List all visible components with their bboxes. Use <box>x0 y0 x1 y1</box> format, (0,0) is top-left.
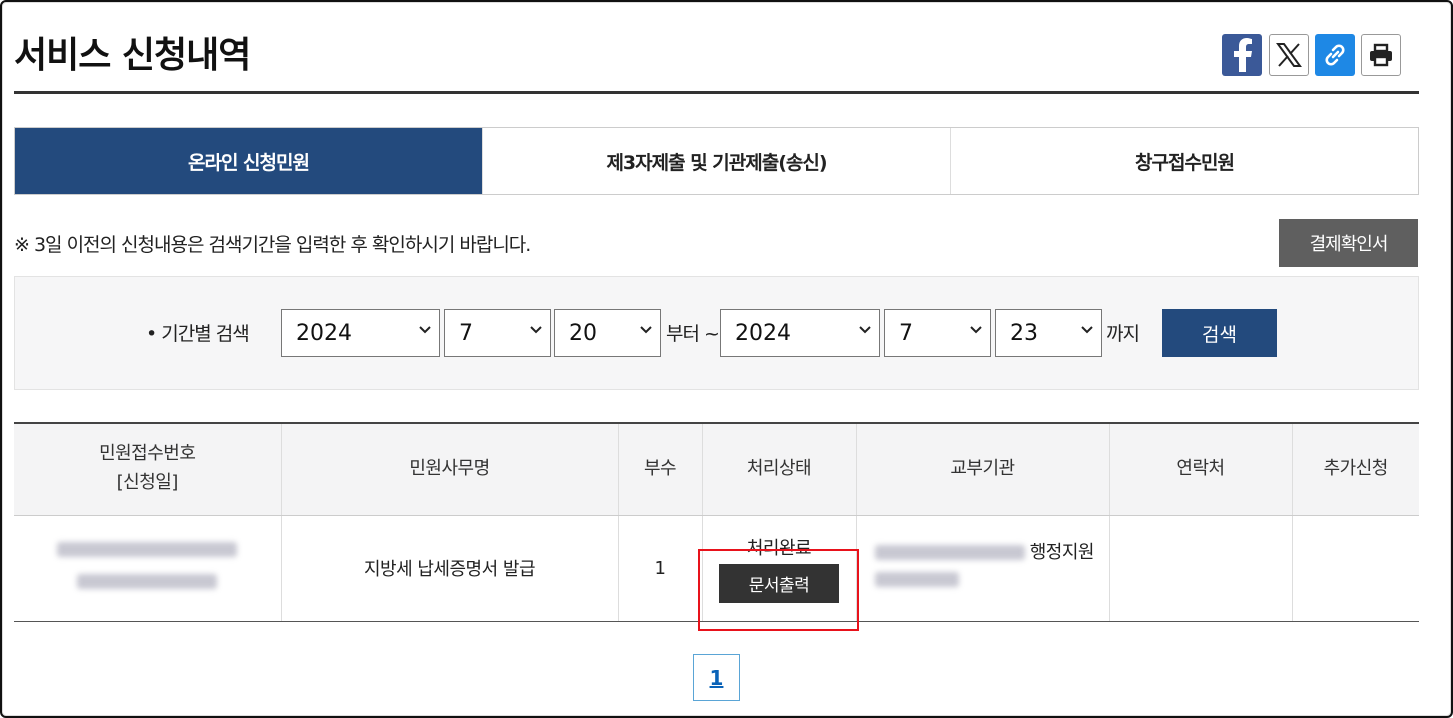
to-year-select[interactable]: 2024 <box>720 309 880 357</box>
header-receipt-number-label: 민원접수번호 <box>99 443 196 465</box>
contact-cell <box>1108 515 1292 622</box>
header-issuing-agency: 교부기관 <box>855 423 1109 516</box>
from-year-value: 2024 <box>296 320 352 346</box>
header-receipt-number: 민원접수번호 [신청일] <box>14 423 281 516</box>
to-day-select[interactable]: 23 <box>995 309 1102 357</box>
from-suffix: 부터 ~ <box>666 323 720 345</box>
agency-cell: 행정지원 <box>855 515 1109 622</box>
copies-cell: 1 <box>617 515 702 622</box>
highlight-annotation-box <box>698 549 859 631</box>
from-month-select[interactable]: 7 <box>444 309 551 357</box>
print-button[interactable] <box>1361 34 1401 76</box>
header-status: 처리상태 <box>701 423 856 516</box>
facebook-share-button[interactable] <box>1222 34 1262 76</box>
chevron-down-icon <box>640 326 652 334</box>
tab-counter-applications[interactable]: 창구접수민원 <box>950 128 1418 194</box>
additional-request-cell <box>1291 515 1419 622</box>
link-icon <box>1325 44 1345 66</box>
chevron-down-icon <box>859 326 871 334</box>
tab-third-party-submission[interactable]: 제3자제출 및 기관제출(송신) <box>482 128 950 194</box>
service-name-cell: 지방세 납세증명서 발급 <box>280 515 618 622</box>
to-suffix: 까지 <box>1106 323 1140 345</box>
redacted-agency-name <box>874 545 1025 561</box>
redacted-receipt-number <box>57 542 238 557</box>
printer-icon <box>1370 43 1392 67</box>
redacted-agency-detail <box>874 572 959 588</box>
header-additional-request: 추가신청 <box>1291 423 1419 516</box>
to-month-value: 7 <box>899 320 913 346</box>
search-label: • 기간별 검색 <box>146 323 250 345</box>
tab-online-applications[interactable]: 온라인 신청민원 <box>15 128 482 194</box>
from-day-value: 20 <box>569 320 597 346</box>
header-contact: 연락처 <box>1108 423 1292 516</box>
search-button[interactable]: 검색 <box>1162 309 1277 357</box>
payment-receipt-button[interactable]: 결제확인서 <box>1279 219 1418 267</box>
chevron-down-icon <box>530 326 542 334</box>
header-service-name: 민원사무명 <box>280 423 618 516</box>
chevron-down-icon <box>970 326 982 334</box>
x-twitter-icon <box>1276 43 1302 67</box>
receipt-number-cell <box>14 515 281 622</box>
agency-suffix: 행정지원 <box>1029 541 1095 563</box>
pagination-page-1[interactable]: 1 <box>693 654 740 701</box>
to-day-value: 23 <box>1010 320 1038 346</box>
page-title: 서비스 신청내역 <box>14 35 251 76</box>
header-copies: 부수 <box>617 423 702 516</box>
table-header-row: 민원접수번호 [신청일] 민원사무명 부수 처리상태 교부기관 연락처 추가신청 <box>14 423 1419 516</box>
title-divider <box>14 91 1419 94</box>
tab-bar: 온라인 신청민원 제3자제출 및 기관제출(송신) 창구접수민원 <box>14 127 1419 195</box>
chevron-down-icon <box>419 326 431 334</box>
from-month-value: 7 <box>459 320 473 346</box>
copy-link-button[interactable] <box>1315 34 1355 76</box>
header-receipt-date-label: [신청일] <box>116 472 179 494</box>
from-day-select[interactable]: 20 <box>554 309 661 357</box>
redacted-receipt-date <box>77 574 218 589</box>
notice-text: ※ 3일 이전의 신청내용은 검색기간을 입력한 후 확인하시기 바랍니다. <box>14 234 531 256</box>
x-share-button[interactable] <box>1269 34 1309 76</box>
to-year-value: 2024 <box>735 320 791 346</box>
chevron-down-icon <box>1081 326 1093 334</box>
facebook-icon <box>1234 38 1252 72</box>
from-year-select[interactable]: 2024 <box>281 309 440 357</box>
to-month-select[interactable]: 7 <box>884 309 991 357</box>
